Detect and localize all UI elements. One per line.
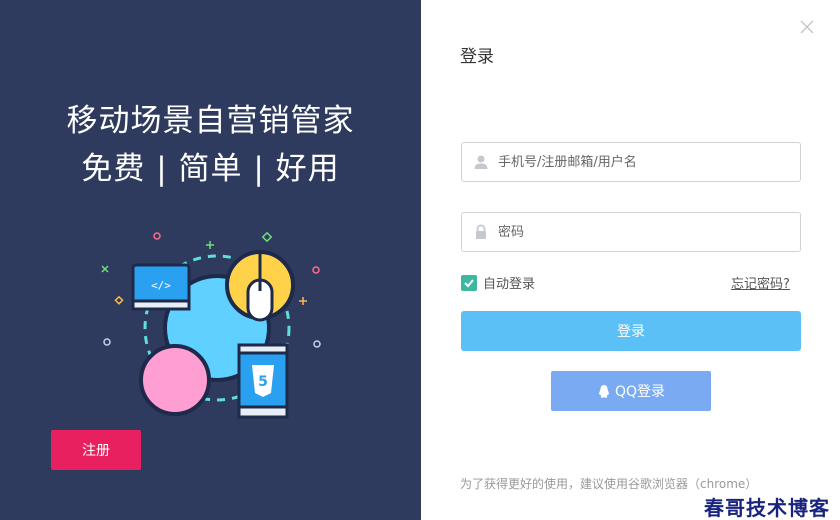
password-input[interactable] [498, 213, 788, 251]
qq-login-button[interactable]: QQ登录 [551, 371, 711, 411]
promo-illustration: </> 5 [101, 231, 321, 419]
username-field[interactable] [461, 142, 801, 182]
promo-panel: 移动场景自营销管家 免费 | 简单 | 好用 </> 5 注册 [0, 0, 421, 520]
check-icon [464, 278, 474, 287]
slogan-line-1: 移动场景自营销管家 [66, 103, 355, 139]
auto-login-toggle[interactable]: 自动登录 [461, 273, 535, 292]
svg-text:</>: </> [151, 279, 171, 292]
user-icon [474, 155, 488, 169]
username-input[interactable] [498, 143, 788, 181]
login-panel [421, 0, 840, 520]
login-button[interactable]: 登录 [461, 311, 801, 351]
auto-login-checkbox[interactable] [461, 274, 477, 291]
svg-text:5: 5 [258, 374, 268, 390]
watermark: 春哥技术博客 [694, 492, 840, 520]
register-button[interactable]: 注册 [51, 430, 141, 470]
login-title: 登录 [460, 47, 494, 67]
qq-icon [598, 384, 610, 398]
qq-login-label: QQ登录 [614, 384, 666, 400]
slogan-line-2: 免费 | 简单 | 好用 [81, 151, 340, 187]
lock-icon [476, 224, 486, 239]
auto-login-label: 自动登录 [483, 277, 536, 292]
password-field[interactable] [461, 212, 801, 252]
forgot-password-link[interactable]: 忘记密码? [731, 273, 790, 292]
browser-tip: 为了获得更好的使用，建议使用谷歌浏览器（chrome） [460, 477, 758, 491]
close-icon[interactable] [798, 18, 816, 36]
